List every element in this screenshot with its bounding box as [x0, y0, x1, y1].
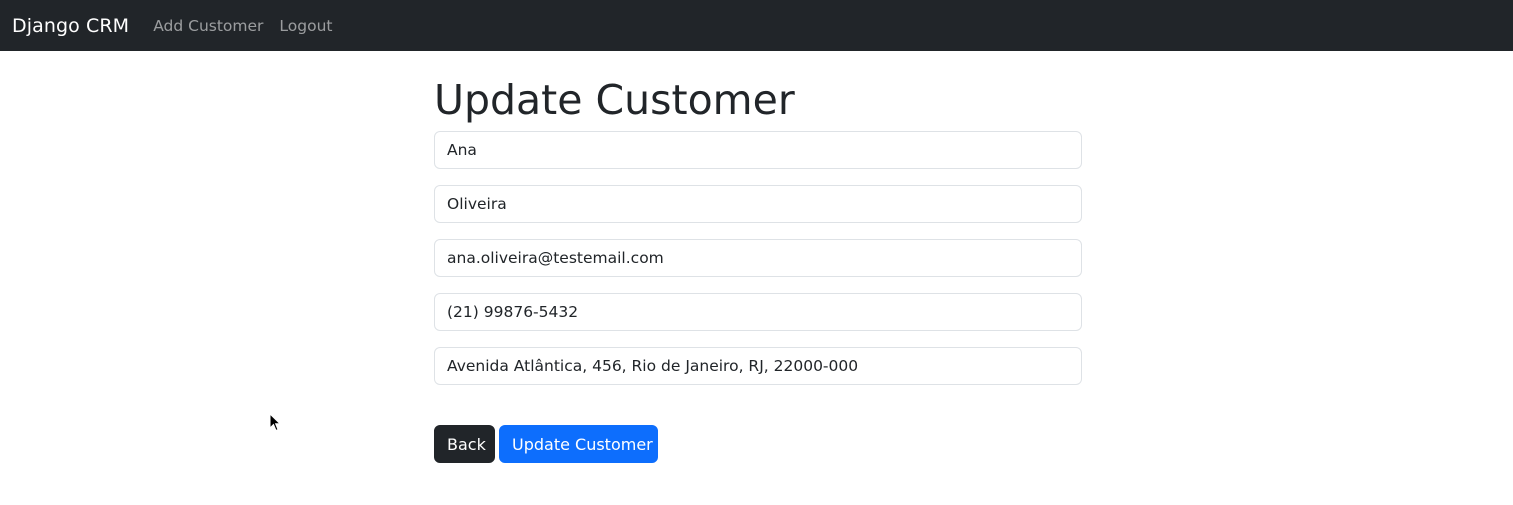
brand-link[interactable]: Django CRM [12, 15, 129, 37]
nav-logout-link[interactable]: Logout [279, 17, 332, 35]
last-name-input[interactable] [434, 185, 1082, 223]
address-input[interactable] [434, 347, 1082, 385]
nav-add-customer-link[interactable]: Add Customer [153, 17, 263, 35]
first-name-input[interactable] [434, 131, 1082, 169]
email-input[interactable] [434, 239, 1082, 277]
back-button[interactable]: Back [434, 425, 495, 463]
page-title: Update Customer [434, 76, 795, 124]
update-customer-button[interactable]: Update Customer [499, 425, 658, 463]
mouse-pointer-icon [269, 413, 281, 432]
navbar: Django CRM Add Customer Logout [0, 0, 1513, 51]
phone-input[interactable] [434, 293, 1082, 331]
